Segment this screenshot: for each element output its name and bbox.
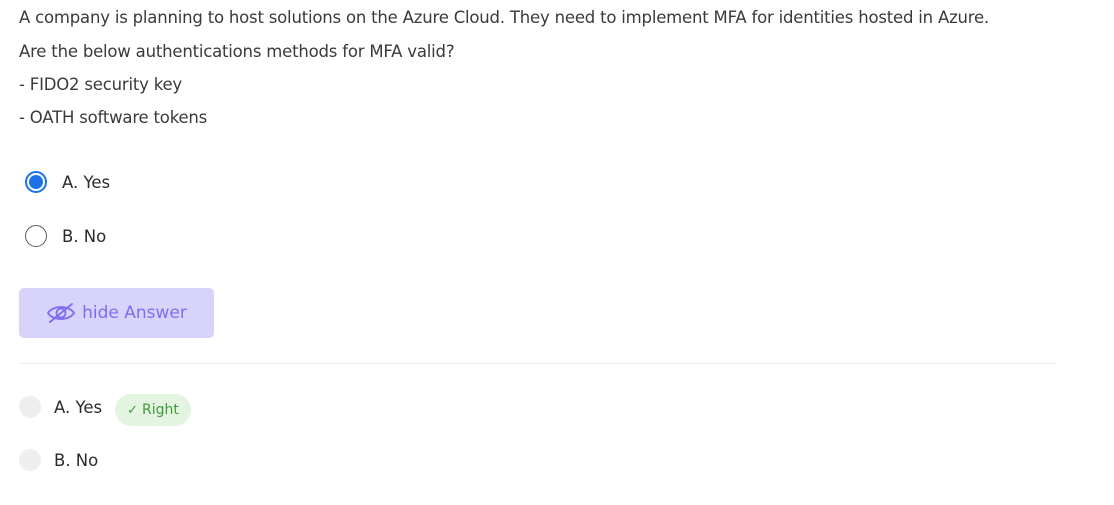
option-b-radio[interactable] — [25, 225, 47, 247]
hide-answer-button[interactable]: hide Answer — [19, 288, 214, 338]
answer-a: A. Yes ✓ Right — [19, 391, 191, 426]
answer-b-label: B. No — [54, 450, 99, 470]
option-b[interactable]: B. No — [25, 225, 106, 247]
answer-a-indicator — [19, 396, 41, 418]
right-badge: ✓ Right — [115, 394, 191, 426]
divider — [19, 363, 1056, 364]
option-b-label: B. No — [62, 226, 107, 246]
eye-slash-icon — [47, 303, 76, 323]
option-a[interactable]: A. Yes — [25, 171, 110, 193]
answer-b: B. No — [19, 449, 98, 471]
question-line: A company is planning to host solutions … — [19, 8, 990, 27]
question-line: Are the below authentications methods fo… — [19, 42, 455, 61]
hide-answer-label: hide Answer — [82, 303, 187, 323]
check-icon: ✓ — [127, 402, 139, 418]
option-a-radio[interactable] — [25, 171, 47, 193]
question-line: - OATH software tokens — [19, 108, 208, 127]
answer-a-label: A. Yes — [54, 397, 103, 417]
answer-b-indicator — [19, 449, 41, 471]
right-badge-label: Right — [142, 402, 179, 418]
option-a-label: A. Yes — [62, 172, 111, 192]
question-line: - FIDO2 security key — [19, 75, 182, 94]
